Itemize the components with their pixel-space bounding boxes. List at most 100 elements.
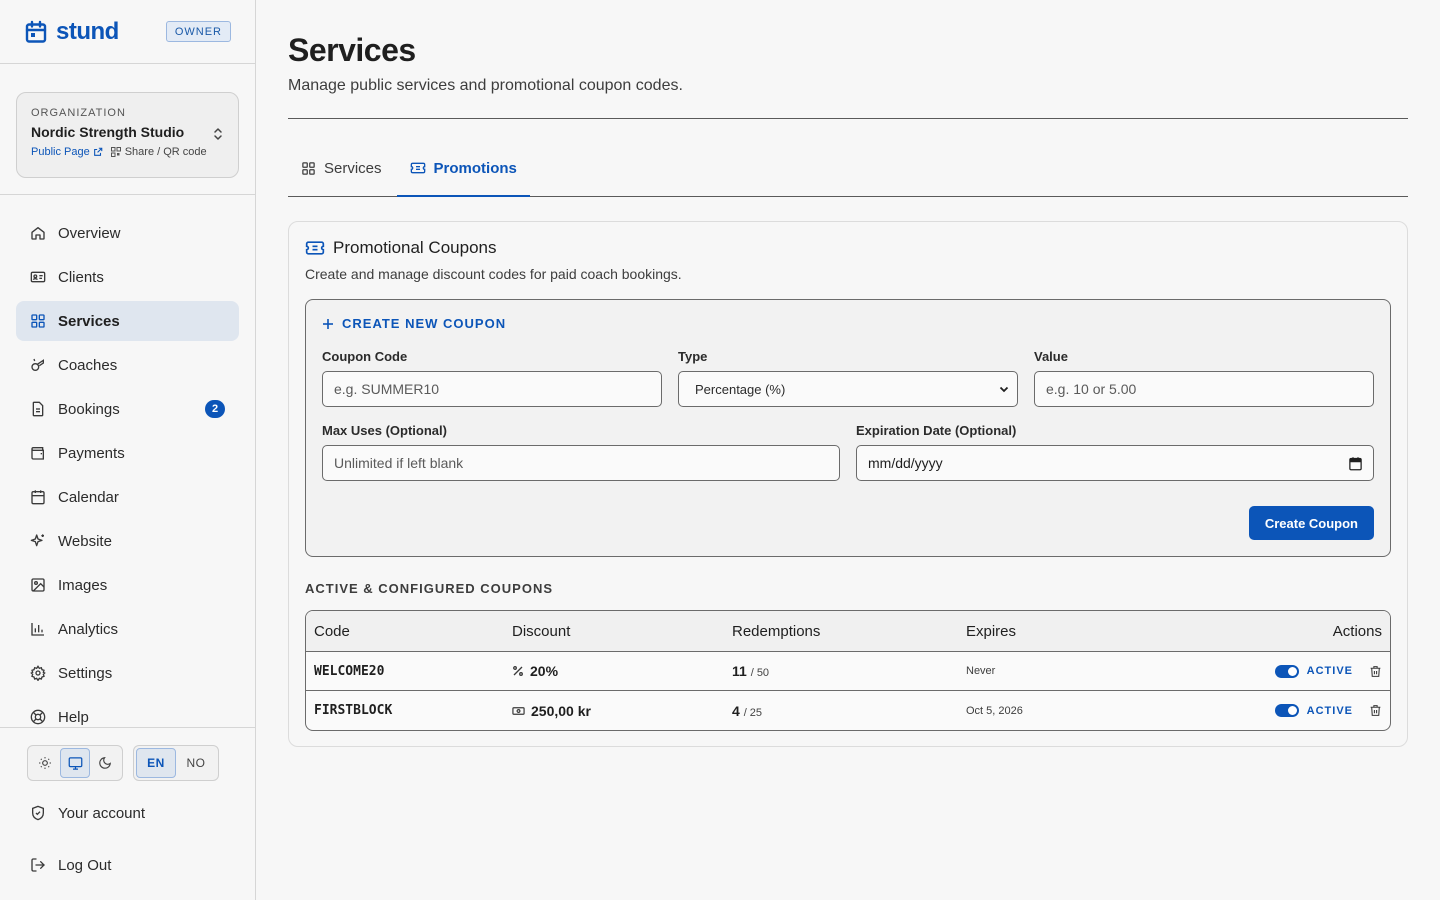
sidebar-item-label: Website bbox=[58, 532, 112, 550]
theme-light-button[interactable] bbox=[30, 748, 60, 778]
sidebar-item-payments[interactable]: Payments bbox=[16, 433, 239, 473]
sidebar-item-website[interactable]: Website bbox=[16, 521, 239, 561]
document-icon bbox=[30, 401, 46, 417]
sidebar-item-coaches[interactable]: Coaches bbox=[16, 345, 239, 385]
sidebar-item-clients[interactable]: Clients bbox=[16, 257, 239, 297]
sidebar-item-label: Settings bbox=[58, 664, 113, 682]
card-title: Promotional Coupons bbox=[333, 238, 497, 257]
theme-system-button[interactable] bbox=[60, 748, 90, 778]
trash-icon[interactable] bbox=[1369, 704, 1382, 717]
main-nav: Overview Clients Services Coaches Bookin… bbox=[0, 195, 255, 737]
chevron-down-icon bbox=[999, 384, 1009, 394]
banknote-icon bbox=[512, 705, 525, 717]
coupon-discount: 20% bbox=[530, 663, 559, 679]
calendar-icon bbox=[30, 489, 46, 505]
coupon-redemptions-max: / 25 bbox=[743, 706, 763, 719]
promotional-coupons-card: Promotional Coupons Create and manage di… bbox=[288, 221, 1408, 747]
brand-name: stund bbox=[56, 17, 119, 45]
grid-icon bbox=[30, 313, 46, 329]
wallet-icon bbox=[30, 445, 46, 461]
coupon-active-toggle[interactable] bbox=[1274, 664, 1299, 678]
theme-dark-button[interactable] bbox=[90, 748, 120, 778]
type-select[interactable]: Percentage (%) bbox=[678, 371, 1018, 407]
value-input[interactable]: e.g. 10 or 5.00 bbox=[1034, 371, 1374, 407]
sidebar-item-label: Bookings bbox=[58, 400, 120, 418]
coupon-code: FIRSTBLOCK bbox=[314, 703, 393, 718]
expiration-date-placeholder: mm/dd/yyyy bbox=[868, 455, 943, 471]
external-link-icon bbox=[93, 147, 103, 157]
plus-icon bbox=[322, 318, 334, 330]
coupons-table: Code Discount Redemptions Expires Action… bbox=[305, 610, 1391, 731]
create-coupon-button[interactable]: Create Coupon bbox=[1248, 506, 1374, 540]
language-en-button[interactable]: EN bbox=[136, 748, 176, 778]
sidebar-footer: EN NO Your account Log Out bbox=[0, 727, 255, 885]
sidebar-item-services[interactable]: Services bbox=[16, 301, 239, 341]
sidebar-item-label: Help bbox=[58, 708, 89, 726]
column-header-actions: Actions bbox=[1332, 622, 1382, 640]
shield-icon bbox=[30, 805, 46, 821]
gear-icon bbox=[30, 665, 46, 681]
card-description: Create and manage discount codes for pai… bbox=[305, 266, 682, 282]
log-out-label: Log Out bbox=[58, 856, 112, 874]
coupon-status: ACTIVE bbox=[1306, 704, 1353, 717]
tab-bar: Services Promotions bbox=[288, 119, 1408, 197]
log-out-button[interactable]: Log Out bbox=[30, 845, 228, 885]
coupon-active-toggle[interactable] bbox=[1274, 704, 1299, 717]
sidebar-item-label: Services bbox=[58, 312, 120, 330]
theme-switcher bbox=[27, 745, 123, 781]
tab-promotions[interactable]: Promotions bbox=[396, 141, 530, 197]
sidebar-item-label: Analytics bbox=[58, 620, 119, 638]
ticket-icon bbox=[410, 160, 426, 176]
brand-logo[interactable]: stund bbox=[24, 18, 119, 46]
language-no-button[interactable]: NO bbox=[176, 748, 216, 778]
sidebar-item-bookings[interactable]: Bookings 2 bbox=[16, 389, 239, 429]
trash-icon[interactable] bbox=[1369, 665, 1382, 678]
max-uses-label: Max Uses (Optional) bbox=[322, 423, 447, 438]
type-select-value: Percentage (%) bbox=[695, 381, 786, 397]
coupon-expires: Oct 5, 2026 bbox=[966, 704, 1023, 717]
table-row: FIRSTBLOCK 250,00 kr 4 / 25 Oct 5, 2026 … bbox=[306, 691, 1390, 730]
expiration-date-input[interactable]: mm/dd/yyyy bbox=[856, 445, 1374, 481]
column-header-code: Code bbox=[314, 622, 350, 640]
sidebar-item-overview[interactable]: Overview bbox=[16, 213, 239, 253]
whistle-icon bbox=[30, 357, 46, 373]
value-label: Value bbox=[1034, 349, 1068, 364]
sidebar-item-analytics[interactable]: Analytics bbox=[16, 609, 239, 649]
tab-services[interactable]: Services bbox=[288, 140, 395, 196]
brand-header: stund OWNER bbox=[0, 0, 255, 64]
type-label: Type bbox=[678, 349, 708, 364]
column-header-expires: Expires bbox=[966, 622, 1017, 640]
sparkles-icon bbox=[30, 533, 46, 549]
coupon-code-label: Coupon Code bbox=[322, 349, 408, 364]
organization-switcher[interactable]: ORGANIZATION Nordic Strength Studio Publ… bbox=[16, 92, 239, 178]
sidebar-item-label: Overview bbox=[58, 224, 121, 242]
sidebar-item-images[interactable]: Images bbox=[16, 565, 239, 605]
coupon-redemptions-used: 11 bbox=[732, 663, 747, 679]
your-account-label: Your account bbox=[58, 804, 146, 822]
page-subtitle: Manage public services and promotional c… bbox=[288, 77, 683, 94]
share-qr-label: Share / QR code bbox=[124, 146, 207, 158]
your-account-link[interactable]: Your account bbox=[30, 793, 228, 833]
sidebar-item-label: Calendar bbox=[58, 488, 119, 506]
id-card-icon bbox=[30, 269, 46, 285]
coupon-code-input[interactable]: e.g. SUMMER10 bbox=[322, 371, 662, 407]
qr-code-icon bbox=[110, 147, 121, 157]
public-page-link[interactable]: Public Page bbox=[31, 146, 103, 158]
coupon-expires: Never bbox=[966, 665, 996, 677]
bookings-count-badge: 2 bbox=[205, 400, 225, 418]
organization-label: ORGANIZATION bbox=[31, 107, 126, 119]
sidebar-item-settings[interactable]: Settings bbox=[16, 653, 239, 693]
calendar-icon[interactable] bbox=[1348, 456, 1363, 471]
column-header-discount: Discount bbox=[512, 622, 571, 640]
max-uses-input[interactable]: Unlimited if left blank bbox=[322, 445, 840, 481]
sidebar-item-calendar[interactable]: Calendar bbox=[16, 477, 239, 517]
sidebar-item-label: Images bbox=[58, 576, 108, 594]
tab-label: Services bbox=[324, 159, 382, 177]
log-out-icon bbox=[30, 857, 46, 873]
share-qr-link[interactable]: Share / QR code bbox=[110, 146, 207, 158]
home-icon bbox=[30, 225, 46, 241]
coupons-list-title: ACTIVE & CONFIGURED COUPONS bbox=[305, 581, 554, 596]
table-header: Code Discount Redemptions Expires Action… bbox=[306, 611, 1390, 652]
ticket-icon bbox=[305, 238, 325, 258]
bar-chart-icon bbox=[30, 621, 46, 637]
